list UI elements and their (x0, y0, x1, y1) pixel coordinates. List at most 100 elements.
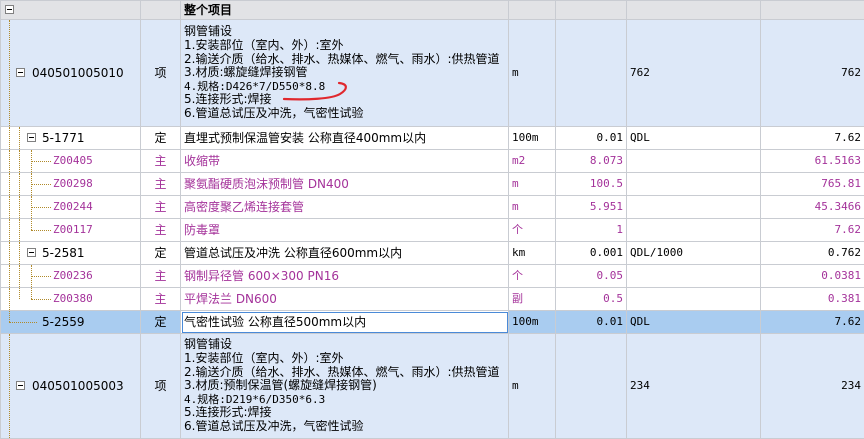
list-item-row[interactable]: 040501005010 项 钢管铺设 1.安装部位（室内、外）:室外 2.输送… (0, 19, 864, 127)
tree-cell: Z00380 (0, 287, 141, 311)
qty-cell[interactable]: 0.01 (555, 310, 627, 334)
unit-cell[interactable]: 副 (508, 287, 556, 311)
collapse-toggle[interactable] (27, 248, 36, 257)
tree-cell: 040501005003 (0, 333, 141, 439)
item-name[interactable]: 高密度聚乙烯连接套管 (180, 195, 509, 219)
item-description[interactable]: 钢管铺设 1.安装部位（室内、外）:室外 2.输送介质（给水、排水、热媒体、燃气… (180, 333, 509, 439)
amount-cell: 0.0381 (760, 264, 864, 288)
unit-cell[interactable]: m2 (508, 149, 556, 173)
amount-cell: 762 (760, 19, 864, 127)
item-type: 定 (140, 126, 181, 150)
qty-cell[interactable]: 5.951 (555, 195, 627, 219)
desc-line: 钢管铺设 (184, 25, 233, 39)
qty-cell[interactable] (555, 333, 627, 439)
material-row[interactable]: Z00117 主 防毒罩 个 1 7.62 (0, 218, 864, 242)
expr-cell[interactable] (626, 218, 761, 242)
item-type: 主 (140, 218, 181, 242)
desc-line: 6.管道总试压及冲洗，气密性试验 (184, 106, 364, 120)
item-code: 040501005010 (32, 66, 124, 80)
item-code: Z00236 (53, 269, 93, 282)
expr-cell[interactable]: QDL/1000 (626, 241, 761, 265)
qty-cell[interactable] (555, 19, 627, 127)
list-item-row[interactable]: 040501005003 项 钢管铺设 1.安装部位（室内、外）:室外 2.输送… (0, 333, 864, 439)
item-code: Z00298 (53, 177, 93, 190)
material-row[interactable]: Z00405 主 收缩带 m2 8.073 61.5163 (0, 149, 864, 173)
item-code: Z00380 (53, 292, 93, 305)
unit-cell[interactable]: 个 (508, 218, 556, 242)
expr-cell[interactable] (626, 195, 761, 219)
root-row[interactable]: 整个项目 (0, 0, 864, 20)
unit-cell[interactable]: m (508, 172, 556, 196)
item-name-editor[interactable]: 气密性试验 公称直径500mm以内 (180, 310, 509, 334)
expr-cell[interactable]: QDL (626, 126, 761, 150)
item-type: 项 (140, 19, 181, 127)
item-name[interactable]: 聚氨酯硬质泡沫预制管 DN400 (180, 172, 509, 196)
item-name[interactable]: 钢制异径管 600×300 PN16 (180, 264, 509, 288)
amount-cell: 45.3466 (760, 195, 864, 219)
amount-cell: 7.62 (760, 218, 864, 242)
expr-cell[interactable]: 762 (626, 19, 761, 127)
unit-cell[interactable]: km (508, 241, 556, 265)
expr-cell[interactable] (626, 172, 761, 196)
collapse-toggle[interactable] (16, 68, 25, 77)
item-name[interactable]: 收缩带 (180, 149, 509, 173)
material-row[interactable]: Z00244 主 高密度聚乙烯连接套管 m 5.951 45.3466 (0, 195, 864, 219)
root-tree-cell (0, 0, 141, 20)
unit-cell[interactable]: m (508, 19, 556, 127)
amount-cell: 61.5163 (760, 149, 864, 173)
unit-cell[interactable]: 100m (508, 126, 556, 150)
unit-cell[interactable]: 100m (508, 310, 556, 334)
unit-cell[interactable]: 个 (508, 264, 556, 288)
expr-cell[interactable]: QDL (626, 310, 761, 334)
item-type: 主 (140, 172, 181, 196)
quota-row[interactable]: 5-1771 定 直埋式预制保温管安装 公称直径400mm以内 100m 0.0… (0, 126, 864, 150)
unit-cell[interactable]: m (508, 333, 556, 439)
qty-cell[interactable]: 8.073 (555, 149, 627, 173)
expr-cell[interactable] (626, 264, 761, 288)
amount-cell: 234 (760, 333, 864, 439)
desc-line: 5.连接形式:焊接 (184, 406, 272, 420)
qty-cell[interactable]: 0.01 (555, 126, 627, 150)
unit-cell[interactable]: m (508, 195, 556, 219)
item-code: Z00405 (53, 154, 93, 167)
tree-cell: Z00405 (0, 149, 141, 173)
material-row[interactable]: Z00298 主 聚氨酯硬质泡沫预制管 DN400 m 100.5 765.81 (0, 172, 864, 196)
material-row[interactable]: Z00380 主 平焊法兰 DN600 副 0.5 0.381 (0, 287, 864, 311)
amount-cell: 7.62 (760, 310, 864, 334)
qty-cell[interactable]: 0.05 (555, 264, 627, 288)
desc-line: 2.输送介质（给水、排水、热媒体、燃气、雨水）:供热管道 (184, 52, 500, 66)
desc-line: 钢管铺设 (184, 338, 233, 352)
qty-cell[interactable]: 1 (555, 218, 627, 242)
item-name[interactable]: 管道总试压及冲洗 公称直径600mm以内 (180, 241, 509, 265)
item-code: 5-2559 (42, 315, 85, 329)
tree-cell: Z00244 (0, 195, 141, 219)
item-name[interactable]: 防毒罩 (180, 218, 509, 242)
qty-cell[interactable]: 0.5 (555, 287, 627, 311)
item-name[interactable]: 平焊法兰 DN600 (180, 287, 509, 311)
desc-line: 1.安装部位（室内、外）:室外 (184, 39, 344, 53)
qty-cell[interactable]: 0.001 (555, 241, 627, 265)
tree-cell: 5-1771 (0, 126, 141, 150)
expr-cell[interactable]: 234 (626, 333, 761, 439)
item-code: 040501005003 (32, 379, 124, 393)
desc-line: 1.安装部位（室内、外）:室外 (184, 352, 344, 366)
quota-row[interactable]: 5-2581 定 管道总试压及冲洗 公称直径600mm以内 km 0.001 Q… (0, 241, 864, 265)
collapse-toggle[interactable] (5, 5, 14, 14)
tree-cell: 5-2559 (0, 310, 141, 334)
item-name[interactable]: 直埋式预制保温管安装 公称直径400mm以内 (180, 126, 509, 150)
material-row[interactable]: Z00236 主 钢制异径管 600×300 PN16 个 0.05 0.038… (0, 264, 864, 288)
item-description[interactable]: 钢管铺设 1.安装部位（室内、外）:室外 2.输送介质（给水、排水、热媒体、燃气… (180, 19, 509, 127)
desc-line: 4.规格:D426*7/D550*8.8 (184, 79, 326, 93)
expr-cell[interactable] (626, 149, 761, 173)
amount-cell: 0.381 (760, 287, 864, 311)
collapse-toggle[interactable] (16, 381, 25, 390)
amount-cell: 0.762 (760, 241, 864, 265)
quota-row-selected[interactable]: 5-2559 定 气密性试验 公称直径500mm以内 100m 0.01 QDL… (0, 310, 864, 334)
desc-line: 5.连接形式:焊接 (184, 93, 272, 107)
item-code: Z00244 (53, 200, 93, 213)
desc-line: 6.管道总试压及冲洗，气密性试验 (184, 419, 364, 433)
expr-cell[interactable] (626, 287, 761, 311)
collapse-toggle[interactable] (27, 133, 36, 142)
budget-grid: 整个项目 040501005010 项 钢管铺设 1.安装部位（室内、外）:室外… (0, 0, 864, 439)
qty-cell[interactable]: 100.5 (555, 172, 627, 196)
